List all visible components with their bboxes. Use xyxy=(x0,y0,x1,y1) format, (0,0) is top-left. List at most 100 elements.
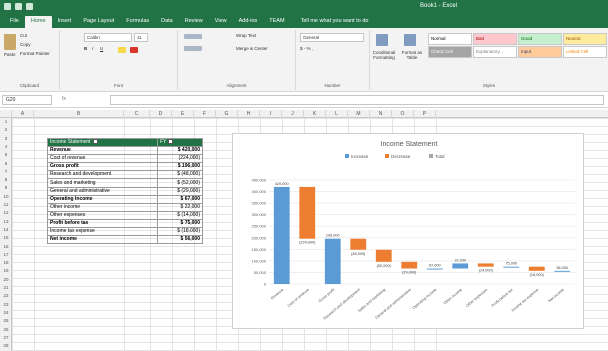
row-value-cell[interactable]: $ 67,000 xyxy=(157,194,203,204)
undo-icon[interactable] xyxy=(15,3,22,10)
row-header-5[interactable]: 5 xyxy=(0,151,12,159)
row-label-cell[interactable]: Income tax expense xyxy=(47,227,158,237)
row-header-6[interactable]: 6 xyxy=(0,160,12,168)
bar-4[interactable] xyxy=(350,238,367,250)
row-label-cell[interactable]: Cost of revenue xyxy=(47,154,158,164)
bar-1[interactable] xyxy=(273,186,290,284)
row-header-26[interactable]: 26 xyxy=(0,326,12,334)
copy-button[interactable]: Copy xyxy=(20,42,31,47)
row-label-cell[interactable]: Other expenses xyxy=(47,210,158,220)
row-value-cell[interactable]: $ 196,000 xyxy=(157,162,203,172)
underline-button[interactable]: U xyxy=(100,46,103,51)
tab-view[interactable]: View xyxy=(209,16,233,28)
row-header-12[interactable]: 12 xyxy=(0,209,12,217)
row-label-cell[interactable]: Profit before tax xyxy=(47,218,158,229)
row-header-11[interactable]: 11 xyxy=(0,201,12,209)
row-label-cell[interactable]: Research and development xyxy=(47,170,158,180)
format-as-table-button[interactable]: Format as Table xyxy=(400,50,424,60)
row-value-cell[interactable]: $ (52,000) xyxy=(157,178,203,188)
row-header-14[interactable]: 14 xyxy=(0,226,12,234)
conditional-formatting-icon[interactable] xyxy=(376,34,388,46)
cell-style-bad[interactable]: Bad xyxy=(473,33,517,45)
row-header-2[interactable]: 2 xyxy=(0,126,12,134)
row-header-7[interactable]: 7 xyxy=(0,168,12,176)
row-header-25[interactable]: 25 xyxy=(0,317,12,325)
row-value-cell[interactable]: $ (29,000) xyxy=(157,186,203,196)
bar-9[interactable] xyxy=(477,263,494,267)
formula-input[interactable] xyxy=(110,95,604,105)
row-value-cell[interactable]: $ (18,000) xyxy=(157,227,203,237)
row-header-17[interactable]: 17 xyxy=(0,251,12,259)
column-header-l[interactable]: L xyxy=(326,110,348,118)
bar-3[interactable] xyxy=(324,238,341,284)
legend-swatch-increase[interactable] xyxy=(345,154,349,158)
cell-style-normal[interactable]: Normal xyxy=(428,33,472,45)
column-header-j[interactable]: J xyxy=(282,110,304,118)
align-top-icon[interactable] xyxy=(184,34,202,39)
waterfall-chart[interactable]: Income Statement Increase Decrease Total 0 50… xyxy=(232,133,584,329)
fill-color-icon[interactable] xyxy=(118,47,126,53)
row-label-cell[interactable]: Revenue xyxy=(47,146,158,156)
bar-6[interactable] xyxy=(401,261,418,269)
column-header-o[interactable]: O xyxy=(392,110,414,118)
column-header-b[interactable]: B xyxy=(34,110,124,118)
row-header-3[interactable]: 3 xyxy=(0,135,12,143)
row-label-cell[interactable]: Net income xyxy=(47,235,158,245)
row-header-19[interactable]: 19 xyxy=(0,267,12,275)
cell-style-input[interactable]: Input xyxy=(518,46,562,58)
select-all-corner[interactable] xyxy=(0,110,12,118)
bar-11[interactable] xyxy=(528,266,545,271)
row-value-cell[interactable]: $ 420,000 xyxy=(157,146,203,156)
row-label-cell[interactable]: Gross profit xyxy=(47,162,158,172)
paste-icon[interactable] xyxy=(4,34,16,50)
legend-swatch-total[interactable] xyxy=(429,154,433,158)
conditional-formatting-button[interactable]: Conditional Formatting xyxy=(370,50,398,60)
bar-12[interactable] xyxy=(554,270,571,272)
column-header-g[interactable]: G xyxy=(216,110,238,118)
cell-style-explanatory[interactable]: Explanatory... xyxy=(473,46,517,58)
tab-file[interactable]: File xyxy=(4,16,25,28)
row-header-1[interactable]: 1 xyxy=(0,118,12,126)
cut-button[interactable]: Cut xyxy=(20,33,27,38)
filter-dropdown-icon[interactable] xyxy=(168,139,174,145)
cell-style-good[interactable]: Good xyxy=(518,33,562,45)
row-header-23[interactable]: 23 xyxy=(0,301,12,309)
bold-button[interactable]: B xyxy=(84,46,87,51)
tab-team[interactable]: TEAM xyxy=(263,16,290,28)
column-header-d[interactable]: D xyxy=(150,110,172,118)
column-header-c[interactable]: C xyxy=(124,110,150,118)
bar-10[interactable] xyxy=(503,266,520,268)
tab-review[interactable]: Review xyxy=(179,16,209,28)
merge-center-button[interactable]: Merge & Center xyxy=(236,46,268,51)
bar-8[interactable] xyxy=(452,263,469,269)
legend-swatch-decrease[interactable] xyxy=(385,154,389,158)
row-header-13[interactable]: 13 xyxy=(0,218,12,226)
format-as-table-icon[interactable] xyxy=(404,34,416,46)
row-header-21[interactable]: 21 xyxy=(0,284,12,292)
column-header-i[interactable]: I xyxy=(260,110,282,118)
accounting-format-button[interactable]: $ - % , xyxy=(300,46,313,51)
row-value-cell[interactable]: $ (14,000) xyxy=(157,210,203,220)
column-header-n[interactable]: N xyxy=(370,110,392,118)
tab-formulas[interactable]: Formulas xyxy=(120,16,155,28)
bar-7[interactable] xyxy=(426,268,443,270)
row-value-cell[interactable]: (224,000) xyxy=(157,154,203,164)
wrap-text-button[interactable]: Wrap Text xyxy=(236,33,256,38)
paste-button[interactable]: Paste xyxy=(4,52,16,57)
cell-style-check-cell[interactable]: Check Cell xyxy=(428,46,472,58)
row-header-16[interactable]: 16 xyxy=(0,243,12,251)
row-header-10[interactable]: 10 xyxy=(0,193,12,201)
row-header-27[interactable]: 27 xyxy=(0,334,12,342)
row-label-cell[interactable]: Operating Income xyxy=(47,194,158,204)
table-header-cell[interactable]: Income Statement xyxy=(47,137,158,148)
row-value-cell[interactable]: $ 56,000 xyxy=(157,235,203,245)
table-header-cell[interactable]: FY xyxy=(157,137,203,148)
save-icon[interactable] xyxy=(4,3,11,10)
row-header-15[interactable]: 15 xyxy=(0,234,12,242)
column-header-f[interactable]: F xyxy=(194,110,216,118)
cell-style-neutral[interactable]: Neutral xyxy=(563,33,607,45)
column-header-h[interactable]: H xyxy=(238,110,260,118)
row-value-cell[interactable]: $ (48,000) xyxy=(157,170,203,180)
column-header-a[interactable]: A xyxy=(12,110,34,118)
column-header-p[interactable]: P xyxy=(414,110,436,118)
